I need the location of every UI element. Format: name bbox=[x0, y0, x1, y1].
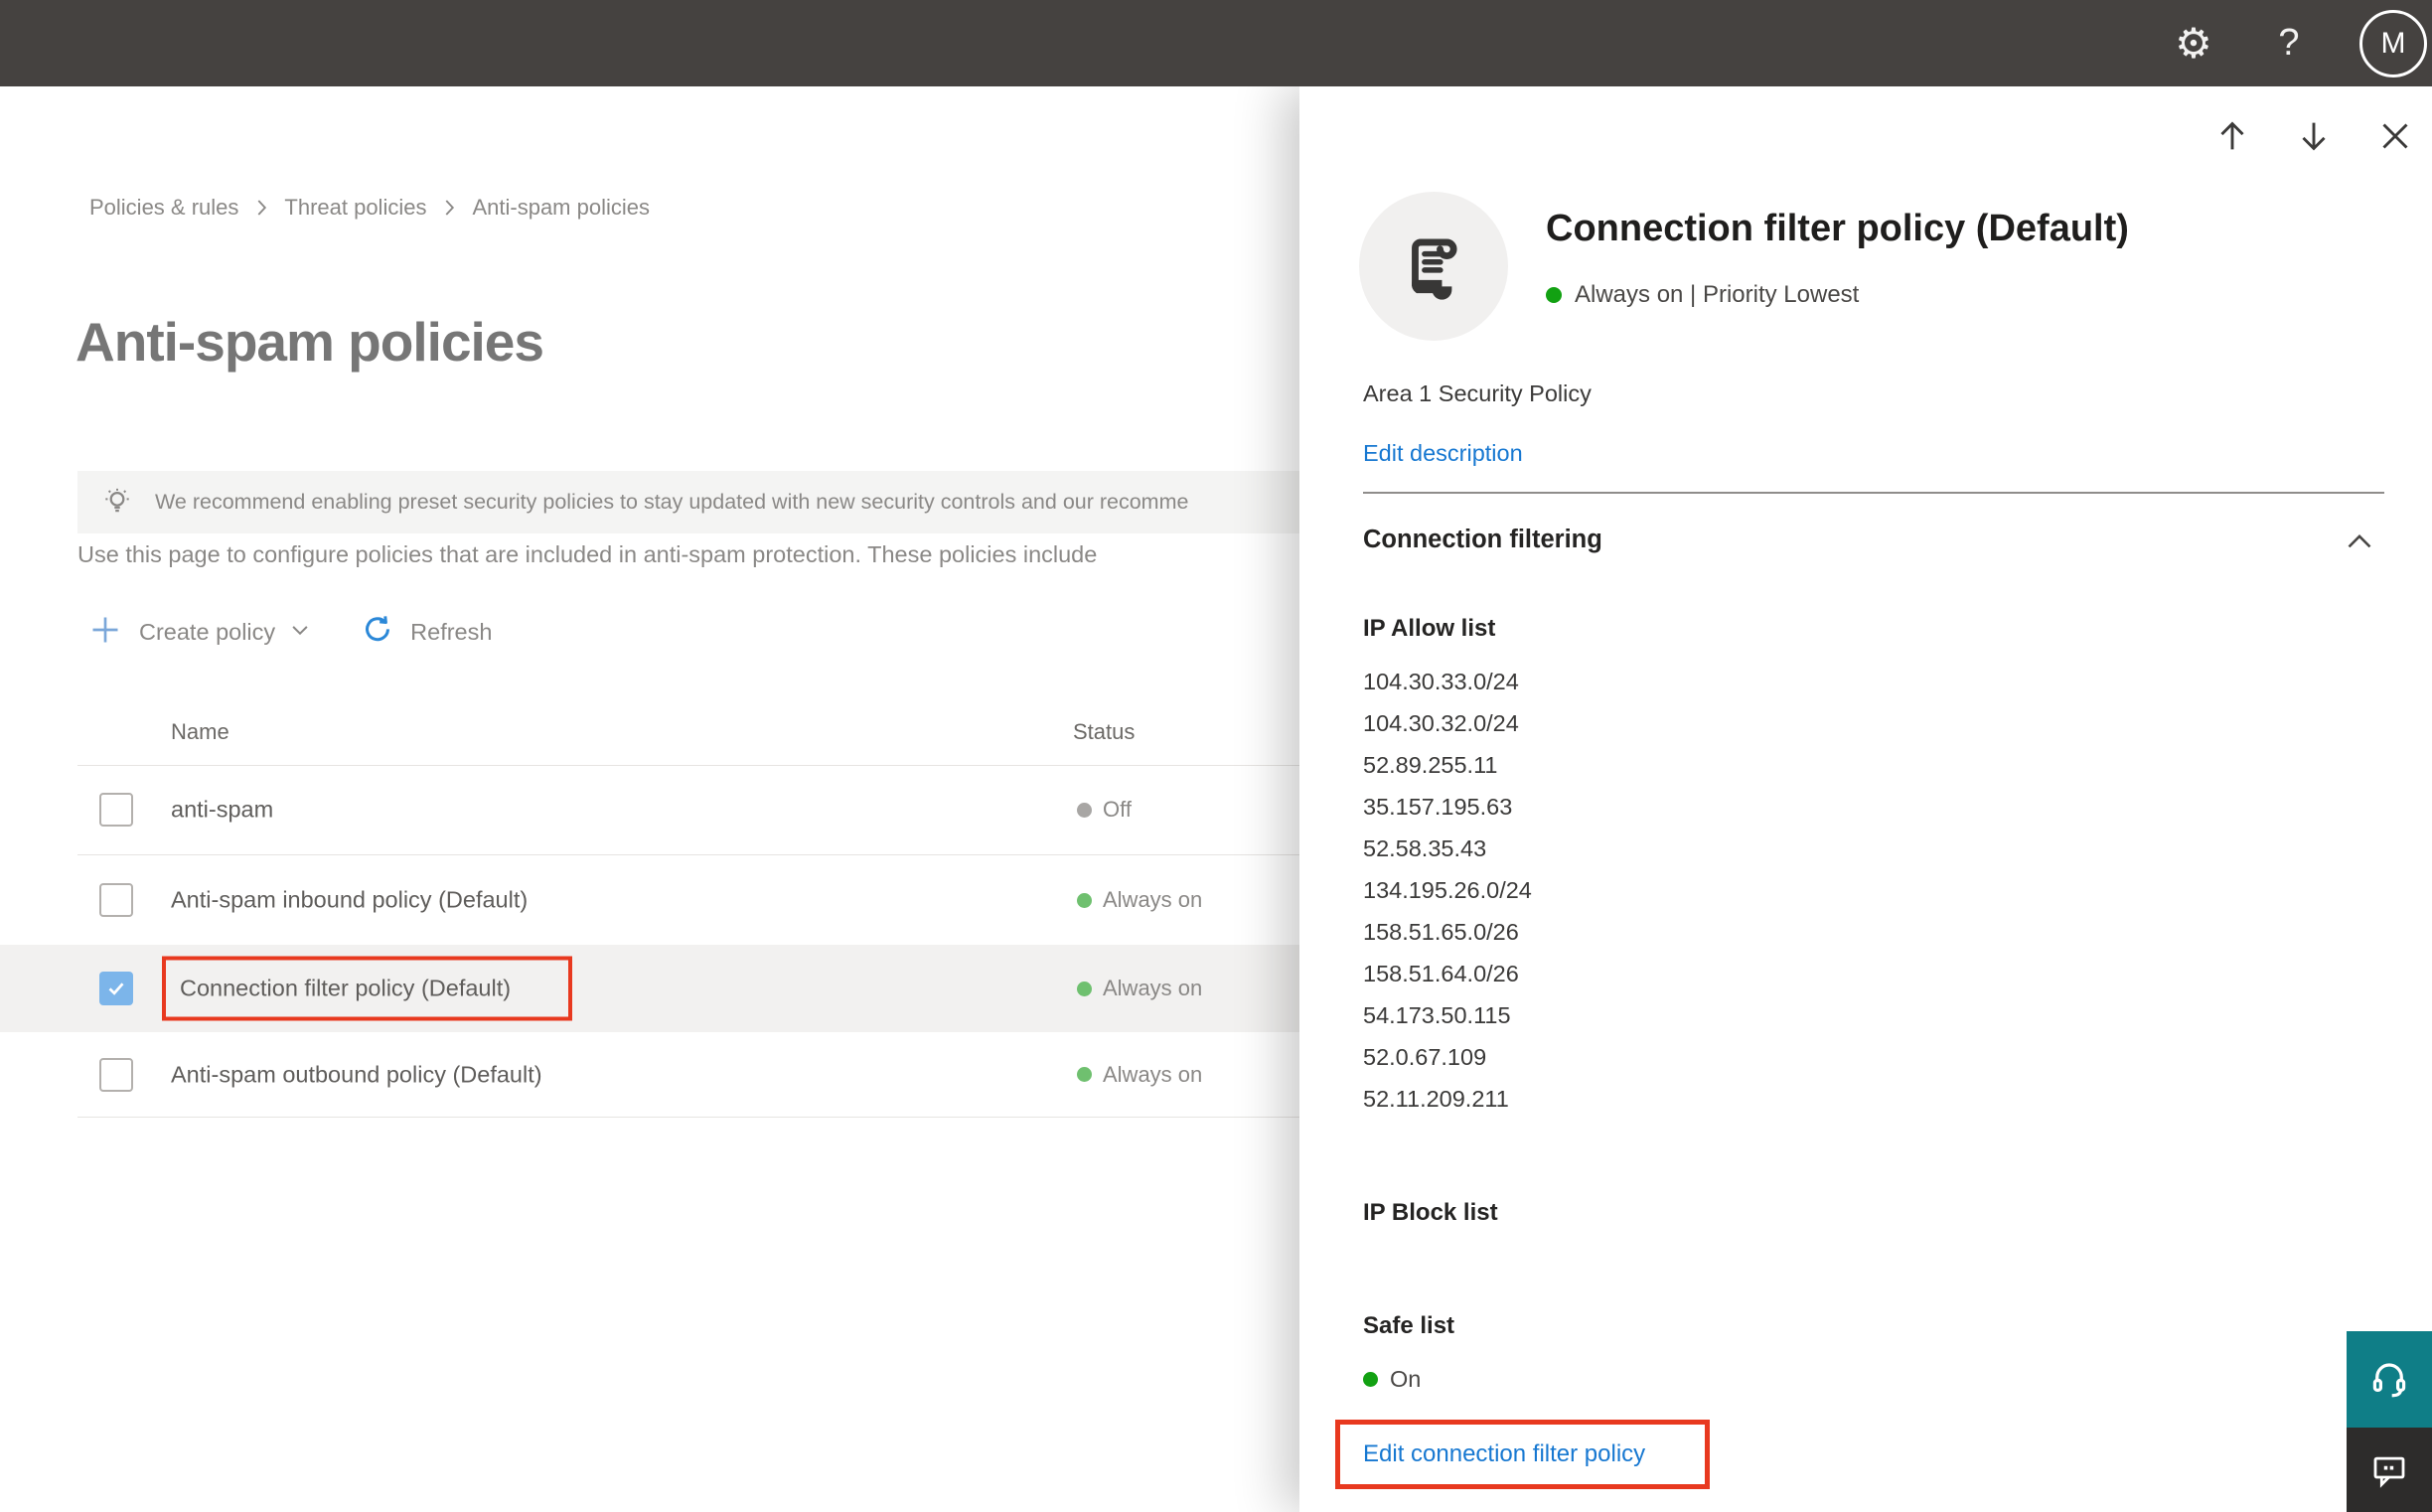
policy-name: Anti-spam outbound policy (Default) bbox=[171, 1061, 542, 1087]
collapse-section-button[interactable] bbox=[2339, 522, 2380, 568]
highlight-outline: Connection filter policy (Default) bbox=[162, 956, 573, 1021]
row-checkbox[interactable] bbox=[99, 1057, 133, 1092]
breadcrumb-threat-policies[interactable]: Threat policies bbox=[284, 195, 426, 221]
row-checkbox-checked[interactable] bbox=[99, 972, 133, 1005]
settings-button[interactable]: ⚙ bbox=[2146, 0, 2241, 86]
top-app-bar: ⚙ ? M bbox=[0, 0, 2432, 86]
help-icon: ? bbox=[2278, 22, 2300, 64]
ip-entry: 104.30.32.0/24 bbox=[1363, 710, 1519, 736]
ip-entry: 52.89.255.11 bbox=[1363, 752, 1498, 778]
topbar-actions: ⚙ ? M bbox=[2146, 0, 2432, 86]
close-flyout-button[interactable] bbox=[2371, 112, 2419, 160]
row-checkbox[interactable] bbox=[99, 793, 133, 827]
create-policy-label: Create policy bbox=[139, 618, 276, 645]
safe-list-heading: Safe list bbox=[1363, 1312, 1455, 1339]
status-dot bbox=[1546, 287, 1562, 303]
chevron-right-icon bbox=[436, 195, 462, 221]
status-dot bbox=[1077, 1067, 1092, 1082]
chevron-up-icon bbox=[2348, 534, 2371, 548]
row-checkbox[interactable] bbox=[99, 883, 133, 917]
divider bbox=[1363, 492, 2384, 494]
ip-entry: 158.51.65.0/26 bbox=[1363, 919, 1519, 945]
help-button[interactable]: ? bbox=[2241, 0, 2337, 86]
ip-entry: 35.157.195.63 bbox=[1363, 794, 1513, 820]
status-cell: Always on bbox=[1077, 1062, 1202, 1088]
status-cell: Always on bbox=[1077, 887, 1202, 913]
breadcrumb: Policies & rules Threat policies Anti-sp… bbox=[89, 195, 650, 221]
status-dot bbox=[1077, 981, 1092, 996]
policy-description: Area 1 Security Policy bbox=[1363, 380, 1592, 406]
ip-allow-list-heading: IP Allow list bbox=[1363, 615, 1496, 642]
support-button[interactable] bbox=[2347, 1331, 2432, 1428]
chevron-down-icon bbox=[285, 615, 315, 650]
policy-name: anti-spam bbox=[171, 796, 274, 823]
ip-entry: 52.11.209.211 bbox=[1363, 1086, 1509, 1112]
avatar: M bbox=[2359, 9, 2427, 77]
safe-list-status-label: On bbox=[1390, 1366, 1422, 1392]
feedback-icon bbox=[2373, 1456, 2405, 1488]
flyout-status: Always on | Priority Lowest bbox=[1546, 281, 1859, 309]
lightbulb-icon bbox=[99, 485, 135, 521]
policy-name: Anti-spam inbound policy (Default) bbox=[171, 886, 529, 913]
close-icon bbox=[2382, 123, 2408, 149]
status-cell: Always on bbox=[1077, 976, 1202, 1001]
highlight-outline: Edit connection filter policy bbox=[1335, 1420, 1711, 1489]
chevron-right-icon bbox=[248, 195, 274, 221]
policy-avatar bbox=[1359, 192, 1508, 341]
safe-list-status: On bbox=[1363, 1366, 1421, 1393]
refresh-label: Refresh bbox=[410, 618, 493, 645]
toolbar: Create policy Refresh bbox=[85, 610, 502, 654]
create-policy-button[interactable]: Create policy bbox=[85, 610, 315, 655]
refresh-icon bbox=[359, 611, 396, 654]
status-label: Always on bbox=[1103, 1061, 1203, 1087]
arrow-down-icon bbox=[2302, 122, 2326, 151]
gear-icon: ⚙ bbox=[2175, 19, 2212, 67]
flyout-title: Connection filter policy (Default) bbox=[1546, 208, 2129, 249]
status-label: Off bbox=[1103, 797, 1132, 822]
arrow-up-icon bbox=[2220, 121, 2244, 150]
breadcrumb-policies-rules[interactable]: Policies & rules bbox=[89, 195, 238, 221]
headset-icon bbox=[2372, 1362, 2406, 1397]
column-header-status[interactable]: Status bbox=[1073, 719, 1135, 745]
status-cell: Off bbox=[1077, 797, 1132, 823]
ip-allow-list: 104.30.33.0/24 104.30.32.0/24 52.89.255.… bbox=[1363, 661, 1532, 1120]
edit-description-link[interactable]: Edit description bbox=[1363, 440, 1523, 467]
ip-entry: 54.173.50.115 bbox=[1363, 1002, 1511, 1028]
scroll-icon bbox=[1411, 238, 1457, 300]
policy-details-flyout: Connection filter policy (Default) Alway… bbox=[1299, 86, 2432, 1512]
ip-entry: 52.0.67.109 bbox=[1363, 1044, 1487, 1070]
status-dot bbox=[1077, 892, 1092, 908]
refresh-button[interactable]: Refresh bbox=[359, 611, 502, 654]
section-connection-filtering: Connection filtering bbox=[1363, 526, 1602, 553]
flyout-nav bbox=[2208, 112, 2419, 160]
page-title: Anti-spam policies bbox=[76, 311, 544, 373]
status-label: Always on bbox=[1103, 976, 1203, 1000]
flyout-status-label: Always on | Priority Lowest bbox=[1575, 281, 1860, 308]
security-center-screen: ⚙ ? M Policies & rules Threat policies A… bbox=[0, 0, 2432, 1512]
ip-entry: 158.51.64.0/26 bbox=[1363, 961, 1519, 986]
status-dot bbox=[1077, 802, 1092, 818]
ip-entry: 104.30.33.0/24 bbox=[1363, 669, 1519, 694]
ip-block-list-heading: IP Block list bbox=[1363, 1199, 1498, 1226]
status-dot bbox=[1363, 1372, 1378, 1387]
column-header-name[interactable]: Name bbox=[171, 719, 229, 745]
ip-entry: 134.195.26.0/24 bbox=[1363, 877, 1532, 903]
plus-icon bbox=[85, 610, 125, 655]
ip-entry: 52.58.35.43 bbox=[1363, 835, 1487, 861]
feedback-button[interactable] bbox=[2347, 1428, 2432, 1512]
next-item-button[interactable] bbox=[2290, 112, 2338, 160]
check-icon bbox=[108, 983, 124, 995]
policy-name: Connection filter policy (Default) bbox=[180, 975, 512, 1001]
breadcrumb-anti-spam-policies: Anti-spam policies bbox=[472, 195, 650, 220]
banner-text: We recommend enabling preset security po… bbox=[155, 490, 1189, 514]
status-label: Always on bbox=[1103, 887, 1203, 912]
edit-connection-filter-policy-link[interactable]: Edit connection filter policy bbox=[1363, 1440, 1645, 1467]
page-description: Use this page to configure policies that… bbox=[77, 541, 1098, 567]
account-button[interactable]: M bbox=[2337, 0, 2432, 86]
previous-item-button[interactable] bbox=[2208, 112, 2256, 160]
